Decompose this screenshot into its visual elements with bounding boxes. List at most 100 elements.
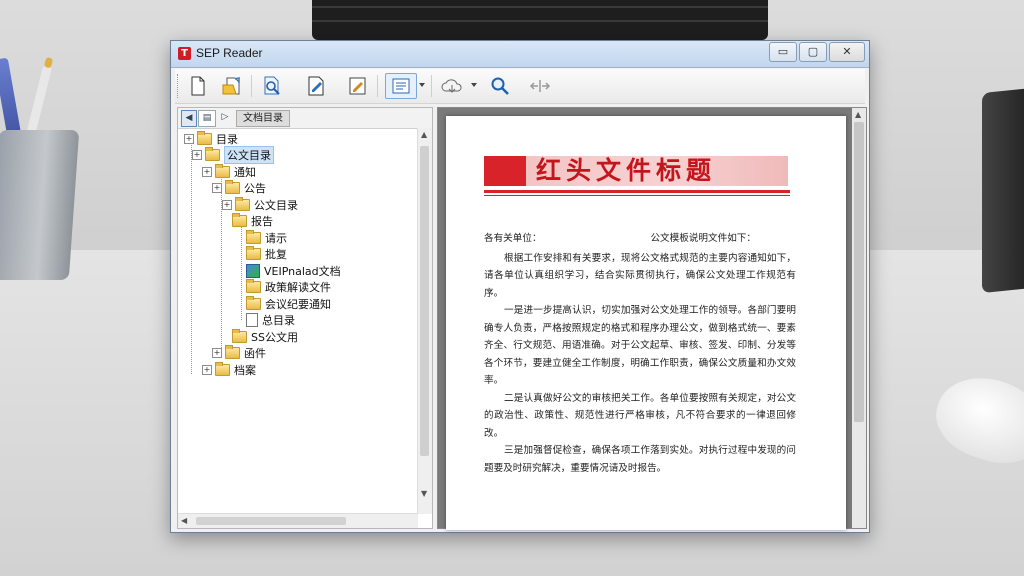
tree-item[interactable]: + 档案 bbox=[202, 361, 256, 377]
tree-item[interactable]: + 公告 bbox=[212, 180, 266, 196]
tree-item-label: 政策解读文件 bbox=[265, 281, 331, 294]
expand-toggle[interactable]: + bbox=[202, 166, 212, 177]
expand-toggle[interactable]: + bbox=[212, 183, 222, 193]
toolbar-grip[interactable] bbox=[177, 74, 181, 98]
scrollbar-thumb[interactable] bbox=[420, 146, 429, 456]
toolbar-separator bbox=[377, 75, 378, 97]
toolbar-separator bbox=[431, 75, 432, 97]
red-rule-thick bbox=[484, 190, 790, 193]
folder-icon bbox=[225, 180, 240, 194]
expand-toggle[interactable]: + bbox=[222, 199, 232, 210]
tree-item[interactable]: 报告 bbox=[232, 213, 273, 229]
tree-item-label: SS公文用 bbox=[251, 330, 298, 344]
tree-item-label: 函件 bbox=[244, 347, 266, 360]
new-document-icon[interactable] bbox=[185, 73, 211, 99]
tree-item-label: 公文目录 bbox=[254, 198, 298, 212]
tree-item-label: 报告 bbox=[251, 215, 273, 228]
tree-item[interactable]: 批复 bbox=[246, 246, 287, 262]
title-bar[interactable]: T SEP Reader ▭ ▢ ✕ bbox=[171, 41, 869, 68]
view-dropdown-arrow[interactable] bbox=[419, 83, 425, 87]
red-rule-thin bbox=[484, 195, 790, 196]
tree-item-label: 公文目录 bbox=[224, 146, 274, 164]
tree-item-label: 批复 bbox=[265, 248, 287, 261]
title-banner-block bbox=[484, 156, 526, 186]
tree-item[interactable]: + 目录 bbox=[184, 130, 238, 146]
folder-icon bbox=[232, 328, 247, 343]
zoom-icon[interactable] bbox=[487, 73, 513, 99]
edit-document-icon[interactable] bbox=[303, 73, 329, 99]
toolbar-separator bbox=[251, 75, 252, 97]
cloud-sync-icon[interactable] bbox=[439, 73, 465, 99]
cloud-dropdown-arrow[interactable] bbox=[471, 83, 477, 87]
tree-item-label: 目录 bbox=[216, 132, 238, 146]
tree-item[interactable]: + 函件 bbox=[212, 345, 266, 361]
tree-item-label: 通知 bbox=[234, 165, 256, 179]
document-scrollbar[interactable]: ▲ bbox=[852, 108, 866, 528]
tree-item[interactable]: 总目录 bbox=[246, 313, 295, 328]
view-list-icon[interactable] bbox=[385, 73, 417, 99]
app-window: T SEP Reader ▭ ▢ ✕ ◀ ▤ ▷ 文档目录 + 目录 + 公文目… bbox=[170, 40, 870, 533]
tree-guide-line bbox=[191, 142, 192, 374]
greeting-right: 公文模板说明文件如下： bbox=[650, 233, 756, 244]
tree-horizontal-scrollbar[interactable]: ◀ bbox=[178, 513, 418, 528]
tree-item-label: 公告 bbox=[244, 182, 266, 195]
pages-button[interactable]: ▤ bbox=[198, 110, 216, 127]
tree-item-label: 请示 bbox=[265, 231, 287, 245]
tree-item[interactable]: 请示 bbox=[246, 229, 287, 245]
greeting-line: 各有关单位： 公文模板说明文件如下： bbox=[484, 230, 796, 248]
folder-icon bbox=[215, 361, 230, 376]
body-paragraph: 一是进一步提高认识，切实加强对公文处理工作的领导。各部门要明确专人负责，严格按照… bbox=[484, 305, 796, 386]
directory-tree: + 目录 + 公文目录 + 通知 + 公告 + 公文目录报告请示批复 VEIPnalad文档 政策解读… bbox=[178, 130, 418, 522]
tree-item-label: VEIPnalad文档 bbox=[264, 264, 341, 278]
open-folder-icon[interactable] bbox=[219, 73, 245, 99]
forward-button[interactable]: ▷ bbox=[218, 110, 232, 125]
scrollbar-thumb[interactable] bbox=[196, 517, 346, 525]
window-title: SEP Reader bbox=[196, 46, 263, 60]
scrollbar-thumb[interactable] bbox=[854, 122, 864, 422]
folder-icon bbox=[246, 279, 261, 293]
body-paragraph: 根据工作安排和有关要求，现将公文格式规范的主要内容通知如下，请各单位认真组织学习… bbox=[484, 252, 796, 299]
tab-document-directory[interactable]: 文档目录 bbox=[236, 110, 290, 127]
folder-icon bbox=[246, 229, 261, 244]
maximize-button[interactable]: ▢ bbox=[799, 42, 827, 62]
folder-icon bbox=[197, 130, 212, 145]
fit-width-icon[interactable] bbox=[527, 73, 553, 99]
navigation-pane: ◀ ▤ ▷ 文档目录 + 目录 + 公文目录 + 通知 + 公告 + 公文目录报告请示批复 VEIP… bbox=[177, 107, 433, 529]
expand-toggle[interactable]: + bbox=[202, 364, 212, 375]
document-view[interactable]: 红头文件标题 各有关单位： 公文模板说明文件如下： 根据工作安排和有关要求，现将… bbox=[437, 107, 867, 530]
folder-icon bbox=[232, 213, 247, 227]
tree-item[interactable]: VEIPnalad文档 bbox=[246, 263, 341, 278]
folder-icon bbox=[225, 345, 240, 359]
body-paragraph: 二是认真做好公文的审核把关工作。各单位要按照有关规定，对公文的政治性、政策性、规… bbox=[484, 392, 796, 439]
back-button[interactable]: ◀ bbox=[181, 110, 197, 127]
close-button[interactable]: ✕ bbox=[829, 42, 865, 62]
folder-icon bbox=[205, 147, 220, 161]
document-page: 红头文件标题 各有关单位： 公文模板说明文件如下： 根据工作安排和有关要求，现将… bbox=[446, 116, 846, 530]
tree-item[interactable]: 政策解读文件 bbox=[246, 279, 331, 295]
tree-item[interactable]: + 公文目录 bbox=[192, 146, 274, 164]
tree-item-label: 会议纪要通知 bbox=[265, 297, 331, 311]
minimize-button[interactable]: ▭ bbox=[769, 42, 797, 62]
greeting-left: 各有关单位： bbox=[484, 233, 542, 244]
expand-toggle[interactable]: + bbox=[212, 348, 222, 358]
expand-toggle[interactable]: + bbox=[184, 133, 194, 144]
tree-item[interactable]: + 公文目录 bbox=[222, 196, 298, 212]
folder-icon bbox=[215, 163, 230, 178]
app-logo-icon: T bbox=[178, 47, 191, 60]
annotate-icon[interactable] bbox=[345, 73, 371, 99]
tree-vertical-scrollbar[interactable]: ▲ ▼ bbox=[417, 128, 432, 514]
background-pen-holder bbox=[0, 130, 80, 280]
expand-toggle[interactable]: + bbox=[192, 150, 202, 160]
document-title: 红头文件标题 bbox=[536, 156, 717, 185]
tree-item[interactable]: SS公文用 bbox=[232, 328, 298, 344]
background-monitor bbox=[982, 86, 1024, 294]
folder-icon bbox=[246, 246, 261, 260]
tree-item[interactable]: + 通知 bbox=[202, 163, 256, 179]
search-document-icon[interactable] bbox=[259, 73, 285, 99]
navigation-header: ◀ ▤ ▷ 文档目录 bbox=[178, 108, 432, 129]
document-body: 各有关单位： 公文模板说明文件如下： 根据工作安排和有关要求，现将公文格式规范的… bbox=[484, 230, 796, 477]
background-chair bbox=[312, 0, 768, 40]
tree-item[interactable]: 会议纪要通知 bbox=[246, 295, 331, 311]
tree-item-label: 总目录 bbox=[262, 314, 295, 327]
document-icon bbox=[246, 313, 258, 327]
